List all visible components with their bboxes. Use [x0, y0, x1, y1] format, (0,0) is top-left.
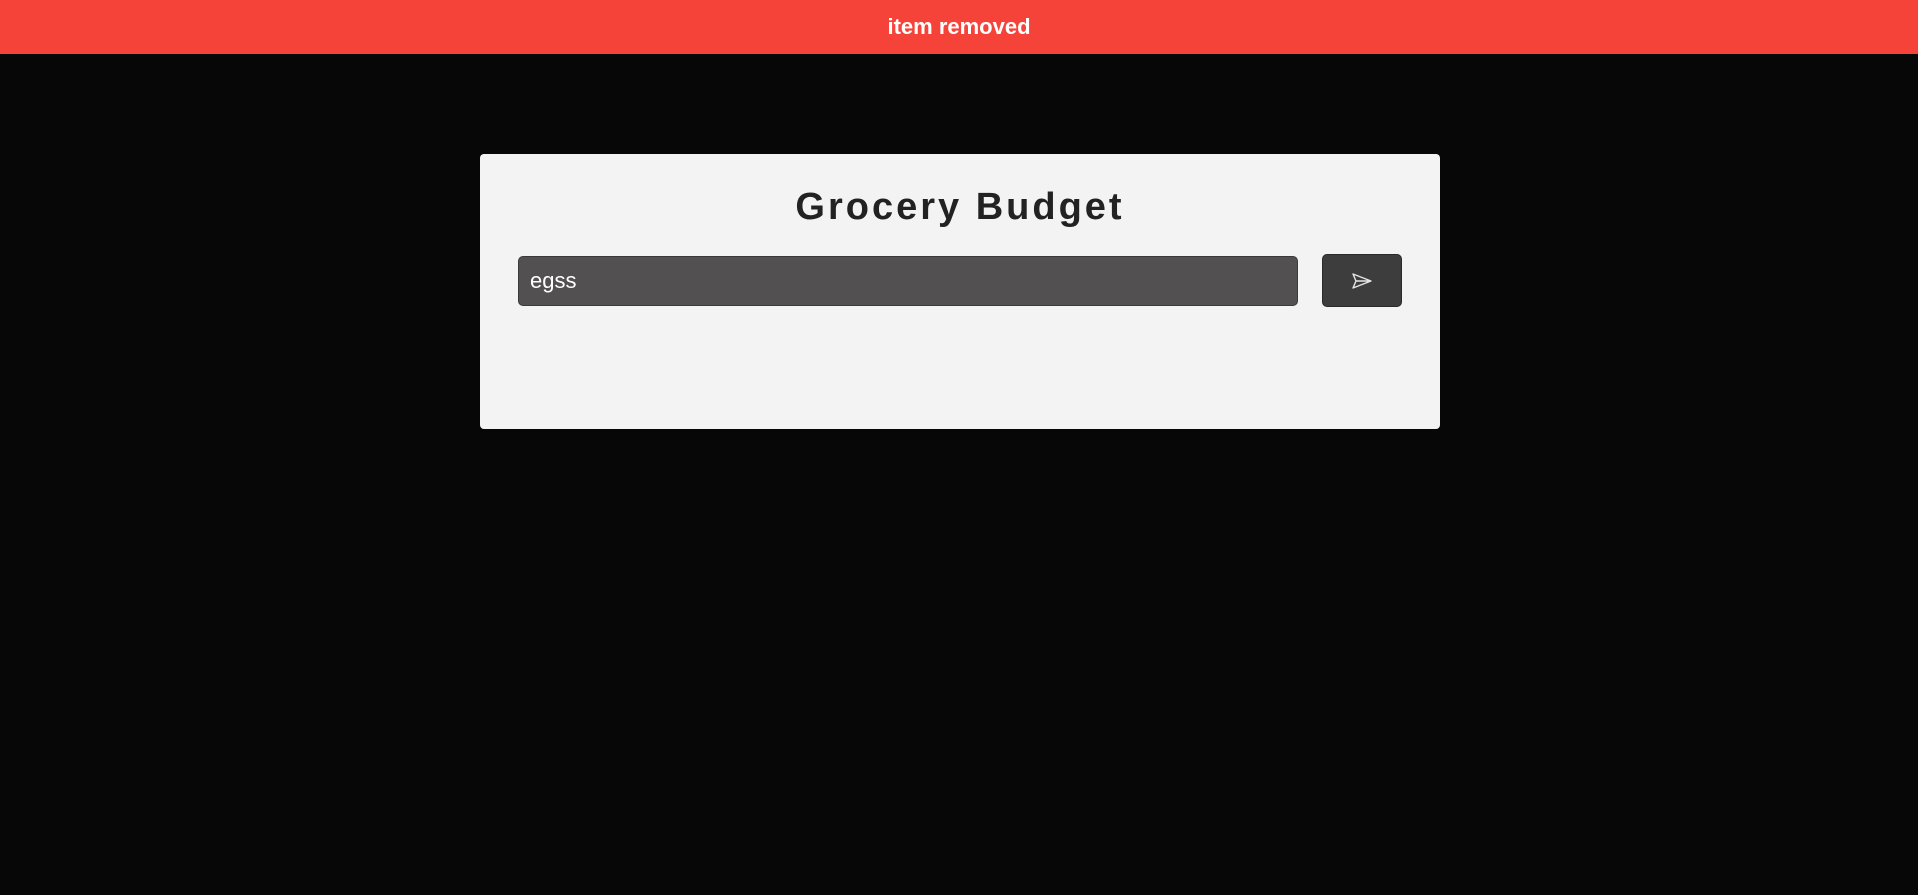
item-input[interactable]	[518, 256, 1298, 306]
notification-banner: item removed	[0, 0, 1918, 54]
submit-button[interactable]	[1322, 254, 1402, 307]
send-icon	[1351, 272, 1373, 290]
page-title: Grocery Budget	[795, 186, 1125, 228]
notification-message: item removed	[887, 14, 1031, 39]
grocery-card: Grocery Budget	[480, 154, 1440, 429]
